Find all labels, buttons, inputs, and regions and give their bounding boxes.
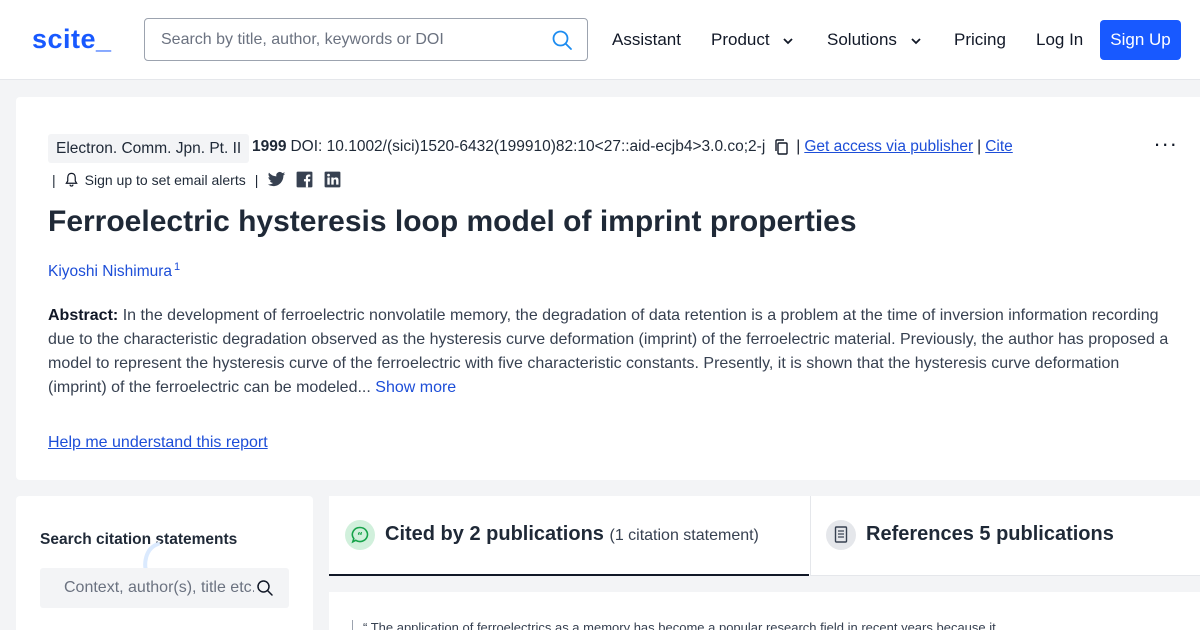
abstract-label: Abstract: (48, 307, 119, 324)
abstract-text: In the development of ferroelectric nonv… (48, 307, 1169, 396)
copy-icon[interactable] (773, 139, 789, 155)
nav-product-label: Product (711, 30, 770, 49)
search-icon[interactable] (256, 579, 274, 597)
bell-icon[interactable] (64, 172, 79, 187)
search-input[interactable] (161, 19, 541, 60)
nav-assistant[interactable]: Assistant (612, 30, 681, 50)
email-alerts-link[interactable]: Sign up to set email alerts (85, 172, 246, 188)
author-name[interactable]: Kiyoshi Nishimura (48, 263, 172, 280)
affiliation-mark: 1 (174, 261, 181, 273)
references-label[interactable]: References 5 publications (866, 523, 1114, 546)
help-understand-link[interactable]: Help me understand this report (48, 434, 268, 452)
more-options-icon[interactable]: ... (1154, 126, 1178, 152)
journal-name[interactable]: Electron. Comm. Jpn. Pt. II (48, 134, 250, 163)
top-header: scite_ Assistant Product Solutions Prici… (0, 0, 1200, 80)
chevron-down-icon (783, 37, 793, 44)
show-more-link[interactable]: Show more (375, 379, 456, 396)
cite-link[interactable]: Cite (985, 138, 1013, 156)
chevron-down-icon (911, 37, 921, 44)
nav-pricing[interactable]: Pricing (954, 30, 1006, 50)
document-icon (826, 520, 856, 550)
scite-logo[interactable]: scite_ (32, 24, 112, 55)
get-access-link[interactable]: Get access via publisher (804, 138, 973, 156)
doi-text: DOI: 10.1002/(sici)1520-6432(199910)82:1… (290, 138, 766, 155)
twitter-icon[interactable] (267, 170, 286, 189)
separator: | (796, 138, 801, 155)
citation-search-box[interactable] (40, 568, 289, 608)
publication-year: 1999 (252, 138, 287, 155)
nav-solutions-label: Solutions (827, 30, 897, 49)
nav-product[interactable]: Product (711, 30, 794, 50)
facebook-icon[interactable] (295, 170, 314, 189)
quote-bubble-icon: “ (345, 520, 375, 550)
paper-meta: 1999 DOI: 10.1002/(sici)1520-6432(199910… (252, 138, 1013, 156)
cited-by-count: Cited by 2 publications (385, 523, 604, 545)
author-link[interactable]: Kiyoshi Nishimura 1 (48, 261, 180, 281)
signup-button[interactable]: Sign Up (1100, 20, 1181, 60)
separator: | (52, 171, 56, 188)
paper-title: Ferroelectric hysteresis loop model of i… (48, 205, 857, 238)
search-icon[interactable] (551, 29, 573, 51)
abstract: Abstract: In the development of ferroele… (48, 304, 1173, 400)
citation-statement-count: (1 citation statement) (609, 527, 759, 544)
nav-solutions[interactable]: Solutions (827, 30, 922, 50)
search-box[interactable] (144, 18, 588, 61)
citation-statement-quote: “ The application of ferroelectrics as a… (352, 620, 1172, 630)
alerts-share-row: | Sign up to set email alerts | (52, 170, 342, 189)
login-link[interactable]: Log In (1036, 30, 1083, 50)
linkedin-icon[interactable] (323, 170, 342, 189)
separator: | (977, 138, 982, 155)
separator: | (254, 171, 259, 188)
citation-search-input[interactable] (64, 568, 254, 608)
svg-text:“: “ (357, 532, 363, 542)
cited-by-label[interactable]: Cited by 2 publications (1 citation stat… (385, 523, 759, 546)
